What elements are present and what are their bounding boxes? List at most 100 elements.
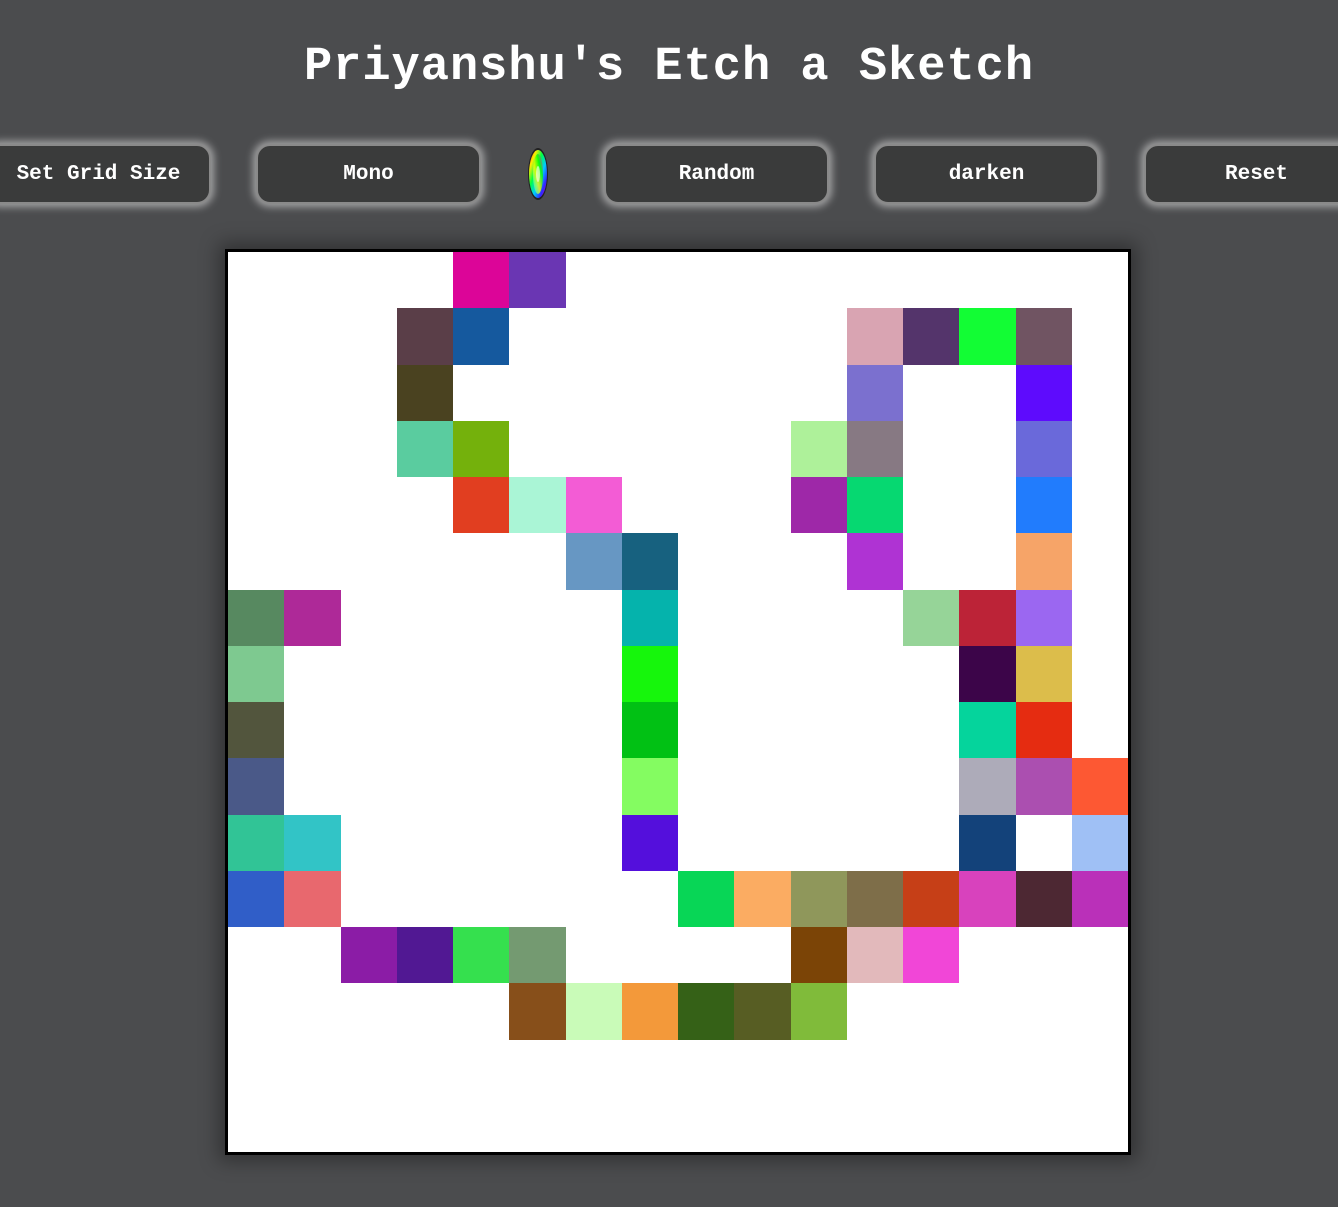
grid-cell[interactable] <box>565 1039 623 1097</box>
grid-cell[interactable] <box>453 364 510 422</box>
grid-cell[interactable] <box>565 364 623 422</box>
color-picker[interactable] <box>526 146 550 202</box>
grid-cell[interactable] <box>846 308 904 365</box>
grid-cell[interactable] <box>228 420 285 478</box>
grid-cell[interactable] <box>453 983 510 1040</box>
grid-cell[interactable] <box>396 814 454 872</box>
grid-cell[interactable] <box>340 645 398 703</box>
grid-cell[interactable] <box>790 477 848 534</box>
grid-cell[interactable] <box>790 1039 848 1097</box>
grid-cell[interactable] <box>790 870 848 928</box>
grid-cell[interactable] <box>1015 252 1073 309</box>
grid-cell[interactable] <box>1071 1039 1128 1097</box>
grid-cell[interactable] <box>509 533 566 590</box>
grid-cell[interactable] <box>1071 758 1128 815</box>
grid-cell[interactable] <box>228 814 285 872</box>
mono-button[interactable]: Mono <box>256 144 481 204</box>
grid-cell[interactable] <box>678 364 735 422</box>
grid-cell[interactable] <box>846 870 904 928</box>
grid-cell[interactable] <box>1015 533 1073 590</box>
grid-cell[interactable] <box>846 702 904 759</box>
grid-cell[interactable] <box>903 364 960 422</box>
grid-cell[interactable] <box>678 645 735 703</box>
grid-cell[interactable] <box>790 814 848 872</box>
grid-cell[interactable] <box>340 1095 398 1152</box>
grid-cell[interactable] <box>959 983 1016 1040</box>
grid-cell[interactable] <box>959 308 1016 365</box>
grid-cell[interactable] <box>228 1039 285 1097</box>
grid-cell[interactable] <box>565 420 623 478</box>
grid-cell[interactable] <box>284 308 341 365</box>
grid-cell[interactable] <box>1071 477 1128 534</box>
random-button[interactable]: Random <box>604 144 829 204</box>
grid-cell[interactable] <box>1015 702 1073 759</box>
grid-cell[interactable] <box>509 252 566 309</box>
grid-cell[interactable] <box>1015 1039 1073 1097</box>
grid-cell[interactable] <box>734 589 791 647</box>
grid-cell[interactable] <box>509 1039 566 1097</box>
grid-cell[interactable] <box>790 364 848 422</box>
grid-cell[interactable] <box>734 983 791 1040</box>
grid-cell[interactable] <box>678 420 735 478</box>
grid-cell[interactable] <box>509 1095 566 1152</box>
grid-cell[interactable] <box>228 308 285 365</box>
grid-cell[interactable] <box>959 589 1016 647</box>
grid-cell[interactable] <box>734 702 791 759</box>
grid-cell[interactable] <box>903 702 960 759</box>
grid-cell[interactable] <box>678 589 735 647</box>
grid-cell[interactable] <box>228 477 285 534</box>
grid-cell[interactable] <box>565 927 623 984</box>
grid-cell[interactable] <box>453 927 510 984</box>
grid-cell[interactable] <box>678 983 735 1040</box>
grid-cell[interactable] <box>228 364 285 422</box>
grid-cell[interactable] <box>1071 1095 1128 1152</box>
grid-cell[interactable] <box>565 1095 623 1152</box>
grid-cell[interactable] <box>734 1095 791 1152</box>
grid-cell[interactable] <box>621 1095 679 1152</box>
grid-cell[interactable] <box>846 814 904 872</box>
grid-cell[interactable] <box>284 252 341 309</box>
grid-cell[interactable] <box>790 533 848 590</box>
grid-cell[interactable] <box>903 645 960 703</box>
grid-cell[interactable] <box>284 927 341 984</box>
grid-cell[interactable] <box>565 477 623 534</box>
grid-cell[interactable] <box>1071 364 1128 422</box>
grid-cell[interactable] <box>959 702 1016 759</box>
grid-cell[interactable] <box>903 589 960 647</box>
grid-cell[interactable] <box>1015 814 1073 872</box>
grid-cell[interactable] <box>846 1039 904 1097</box>
grid-cell[interactable] <box>453 589 510 647</box>
grid-cell[interactable] <box>396 533 454 590</box>
grid-cell[interactable] <box>228 702 285 759</box>
grid-cell[interactable] <box>678 758 735 815</box>
grid-cell[interactable] <box>1071 420 1128 478</box>
grid-cell[interactable] <box>1015 420 1073 478</box>
grid-cell[interactable] <box>678 477 735 534</box>
grid-cell[interactable] <box>1015 927 1073 984</box>
grid-cell[interactable] <box>734 645 791 703</box>
grid-cell[interactable] <box>228 870 285 928</box>
grid-cell[interactable] <box>846 983 904 1040</box>
grid-cell[interactable] <box>396 983 454 1040</box>
grid-cell[interactable] <box>734 364 791 422</box>
grid-cell[interactable] <box>621 814 679 872</box>
grid-cell[interactable] <box>846 533 904 590</box>
grid-cell[interactable] <box>621 533 679 590</box>
grid-cell[interactable] <box>396 477 454 534</box>
grid-cell[interactable] <box>678 308 735 365</box>
grid-cell[interactable] <box>396 702 454 759</box>
grid-cell[interactable] <box>565 758 623 815</box>
grid-cell[interactable] <box>959 758 1016 815</box>
grid-cell[interactable] <box>565 814 623 872</box>
grid-cell[interactable] <box>959 1095 1016 1152</box>
grid-cell[interactable] <box>959 645 1016 703</box>
grid-cell[interactable] <box>1071 645 1128 703</box>
grid-cell[interactable] <box>734 870 791 928</box>
grid-cell[interactable] <box>790 927 848 984</box>
grid-cell[interactable] <box>1015 589 1073 647</box>
grid-cell[interactable] <box>284 420 341 478</box>
grid-cell[interactable] <box>959 927 1016 984</box>
grid-cell[interactable] <box>846 364 904 422</box>
grid-cell[interactable] <box>340 477 398 534</box>
grid-cell[interactable] <box>1015 308 1073 365</box>
